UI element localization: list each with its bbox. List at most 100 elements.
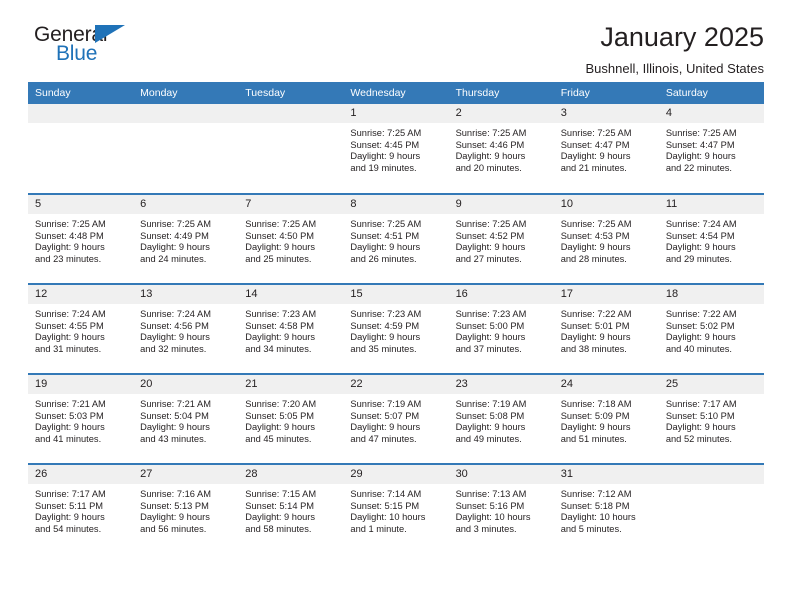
daylight-text-line2: and 20 minutes. xyxy=(455,162,522,173)
day-details: Sunrise: 7:25 AM Sunset: 4:47 PM Dayligh… xyxy=(554,123,659,174)
sunset-text: Sunset: 5:02 PM xyxy=(665,320,735,331)
daylight-text-line2: and 29 minutes. xyxy=(665,253,732,264)
day-cell[interactable] xyxy=(28,104,134,194)
day-number: 31 xyxy=(553,465,659,484)
daylight-text-line2: and 21 minutes. xyxy=(560,162,627,173)
sunset-text: Sunset: 4:47 PM xyxy=(560,139,630,150)
sunset-text: Sunset: 4:50 PM xyxy=(245,230,315,241)
day-number: 23 xyxy=(448,375,554,394)
sunset-text: Sunset: 4:48 PM xyxy=(35,230,104,241)
day-cell[interactable] xyxy=(238,104,344,194)
sunrise-text: Sunrise: 7:13 AM xyxy=(455,489,527,499)
sunrise-text: Sunrise: 7:24 AM xyxy=(140,309,211,319)
day-cell[interactable]: 4 Sunrise: 7:25 AM Sunset: 4:47 PM Dayli… xyxy=(658,104,764,194)
day-cell[interactable]: 11 Sunrise: 7:24 AM Sunset: 4:54 PM Dayl… xyxy=(658,193,764,284)
day-cell[interactable]: 31 Sunrise: 7:12 AM Sunset: 5:18 PM Dayl… xyxy=(553,463,659,554)
sunset-text: Sunset: 4:55 PM xyxy=(35,320,104,331)
day-cell[interactable]: 9 Sunrise: 7:25 AM Sunset: 4:52 PM Dayli… xyxy=(448,193,554,284)
sunrise-text: Sunrise: 7:25 AM xyxy=(455,219,527,229)
day-details: Sunrise: 7:22 AM Sunset: 5:02 PM Dayligh… xyxy=(659,304,764,355)
sunrise-text: Sunrise: 7:25 AM xyxy=(350,219,422,229)
day-cell[interactable]: 13 Sunrise: 7:24 AM Sunset: 4:56 PM Dayl… xyxy=(133,283,239,374)
day-cell[interactable]: 7 Sunrise: 7:25 AM Sunset: 4:50 PM Dayli… xyxy=(238,193,344,284)
page-header: General Blue January 2025 Bushnell, Illi… xyxy=(28,0,764,78)
sunrise-text: Sunrise: 7:12 AM xyxy=(560,489,632,499)
brand-logo[interactable]: General Blue xyxy=(28,22,138,68)
day-number xyxy=(133,104,239,123)
day-cell[interactable]: 20 Sunrise: 7:21 AM Sunset: 5:04 PM Dayl… xyxy=(133,373,239,464)
day-cell[interactable]: 5 Sunrise: 7:25 AM Sunset: 4:48 PM Dayli… xyxy=(28,193,134,284)
daylight-text-line2: and 34 minutes. xyxy=(245,343,312,354)
day-details: Sunrise: 7:23 AM Sunset: 4:58 PM Dayligh… xyxy=(238,304,343,355)
day-cell[interactable]: 1 Sunrise: 7:25 AM Sunset: 4:45 PM Dayli… xyxy=(343,104,449,194)
sunset-text: Sunset: 5:18 PM xyxy=(560,500,630,511)
day-number: 30 xyxy=(448,465,554,484)
sunset-text: Sunset: 5:03 PM xyxy=(35,410,104,421)
daylight-text-line2: and 47 minutes. xyxy=(350,433,417,444)
daylight-text-line1: Daylight: 10 hours xyxy=(560,512,636,523)
sunset-text: Sunset: 4:53 PM xyxy=(560,230,630,241)
day-cell[interactable]: 2 Sunrise: 7:25 AM Sunset: 4:46 PM Dayli… xyxy=(448,104,554,194)
sunrise-text: Sunrise: 7:15 AM xyxy=(245,489,317,499)
day-cell[interactable]: 23 Sunrise: 7:19 AM Sunset: 5:08 PM Dayl… xyxy=(448,373,554,464)
sunset-text: Sunset: 4:46 PM xyxy=(455,139,525,150)
daylight-text-line1: Daylight: 9 hours xyxy=(455,332,526,343)
day-cell[interactable]: 29 Sunrise: 7:14 AM Sunset: 5:15 PM Dayl… xyxy=(343,463,449,554)
day-cell[interactable]: 3 Sunrise: 7:25 AM Sunset: 4:47 PM Dayli… xyxy=(553,104,659,194)
day-details: Sunrise: 7:22 AM Sunset: 5:01 PM Dayligh… xyxy=(554,304,659,355)
sunrise-text: Sunrise: 7:24 AM xyxy=(35,309,106,319)
day-number: 29 xyxy=(343,465,449,484)
day-cell[interactable]: 14 Sunrise: 7:23 AM Sunset: 4:58 PM Dayl… xyxy=(238,283,344,374)
day-cell[interactable] xyxy=(133,104,239,194)
daylight-text-line2: and 35 minutes. xyxy=(350,343,417,354)
weekday-header-tuesday: Tuesday xyxy=(238,82,344,104)
day-number: 6 xyxy=(133,195,239,214)
sunrise-text: Sunrise: 7:25 AM xyxy=(350,128,422,138)
day-cell[interactable]: 24 Sunrise: 7:18 AM Sunset: 5:09 PM Dayl… xyxy=(553,373,659,464)
daylight-text-line1: Daylight: 9 hours xyxy=(665,242,736,253)
day-number: 26 xyxy=(28,465,134,484)
sunset-text: Sunset: 5:10 PM xyxy=(665,410,735,421)
day-cell[interactable]: 10 Sunrise: 7:25 AM Sunset: 4:53 PM Dayl… xyxy=(553,193,659,284)
day-cell[interactable]: 16 Sunrise: 7:23 AM Sunset: 5:00 PM Dayl… xyxy=(448,283,554,374)
page-subtitle: Bushnell, Illinois, United States xyxy=(585,61,764,76)
day-number: 7 xyxy=(238,195,344,214)
day-cell[interactable]: 18 Sunrise: 7:22 AM Sunset: 5:02 PM Dayl… xyxy=(658,283,764,374)
sunrise-text: Sunrise: 7:24 AM xyxy=(665,219,737,229)
day-cell[interactable]: 12 Sunrise: 7:24 AM Sunset: 4:55 PM Dayl… xyxy=(28,283,134,374)
day-cell[interactable]: 19 Sunrise: 7:21 AM Sunset: 5:03 PM Dayl… xyxy=(28,373,134,464)
sunset-text: Sunset: 5:16 PM xyxy=(455,500,525,511)
day-details: Sunrise: 7:25 AM Sunset: 4:45 PM Dayligh… xyxy=(343,123,448,174)
day-cell[interactable]: 6 Sunrise: 7:25 AM Sunset: 4:49 PM Dayli… xyxy=(133,193,239,284)
day-cell[interactable]: 25 Sunrise: 7:17 AM Sunset: 5:10 PM Dayl… xyxy=(658,373,764,464)
day-cell[interactable]: 15 Sunrise: 7:23 AM Sunset: 4:59 PM Dayl… xyxy=(343,283,449,374)
daylight-text-line1: Daylight: 9 hours xyxy=(560,422,631,433)
daylight-text-line2: and 52 minutes. xyxy=(665,433,732,444)
sunrise-text: Sunrise: 7:25 AM xyxy=(35,219,106,229)
day-cell[interactable]: 28 Sunrise: 7:15 AM Sunset: 5:14 PM Dayl… xyxy=(238,463,344,554)
day-number: 27 xyxy=(133,465,239,484)
day-number: 19 xyxy=(28,375,134,394)
daylight-text-line2: and 31 minutes. xyxy=(35,343,102,354)
daylight-text-line1: Daylight: 9 hours xyxy=(35,332,105,343)
day-number xyxy=(238,104,344,123)
sunrise-text: Sunrise: 7:21 AM xyxy=(35,399,106,409)
day-cell[interactable]: 27 Sunrise: 7:16 AM Sunset: 5:13 PM Dayl… xyxy=(133,463,239,554)
day-number: 3 xyxy=(553,104,659,123)
day-cell[interactable]: 17 Sunrise: 7:22 AM Sunset: 5:01 PM Dayl… xyxy=(553,283,659,374)
sunset-text: Sunset: 4:59 PM xyxy=(350,320,420,331)
weekday-header-saturday: Saturday xyxy=(658,82,764,104)
daylight-text-line1: Daylight: 9 hours xyxy=(665,332,736,343)
daylight-text-line1: Daylight: 9 hours xyxy=(35,512,105,523)
day-number: 24 xyxy=(553,375,659,394)
day-cell[interactable]: 8 Sunrise: 7:25 AM Sunset: 4:51 PM Dayli… xyxy=(343,193,449,284)
day-cell[interactable]: 22 Sunrise: 7:19 AM Sunset: 5:07 PM Dayl… xyxy=(343,373,449,464)
calendar-head: Sunday Monday Tuesday Wednesday Thursday… xyxy=(28,82,764,104)
day-details xyxy=(238,123,343,128)
day-cell[interactable]: 21 Sunrise: 7:20 AM Sunset: 5:05 PM Dayl… xyxy=(238,373,344,464)
daylight-text-line2: and 54 minutes. xyxy=(35,523,102,534)
day-details: Sunrise: 7:18 AM Sunset: 5:09 PM Dayligh… xyxy=(554,394,659,445)
day-cell[interactable] xyxy=(658,463,764,554)
day-cell[interactable]: 30 Sunrise: 7:13 AM Sunset: 5:16 PM Dayl… xyxy=(448,463,554,554)
day-cell[interactable]: 26 Sunrise: 7:17 AM Sunset: 5:11 PM Dayl… xyxy=(28,463,134,554)
